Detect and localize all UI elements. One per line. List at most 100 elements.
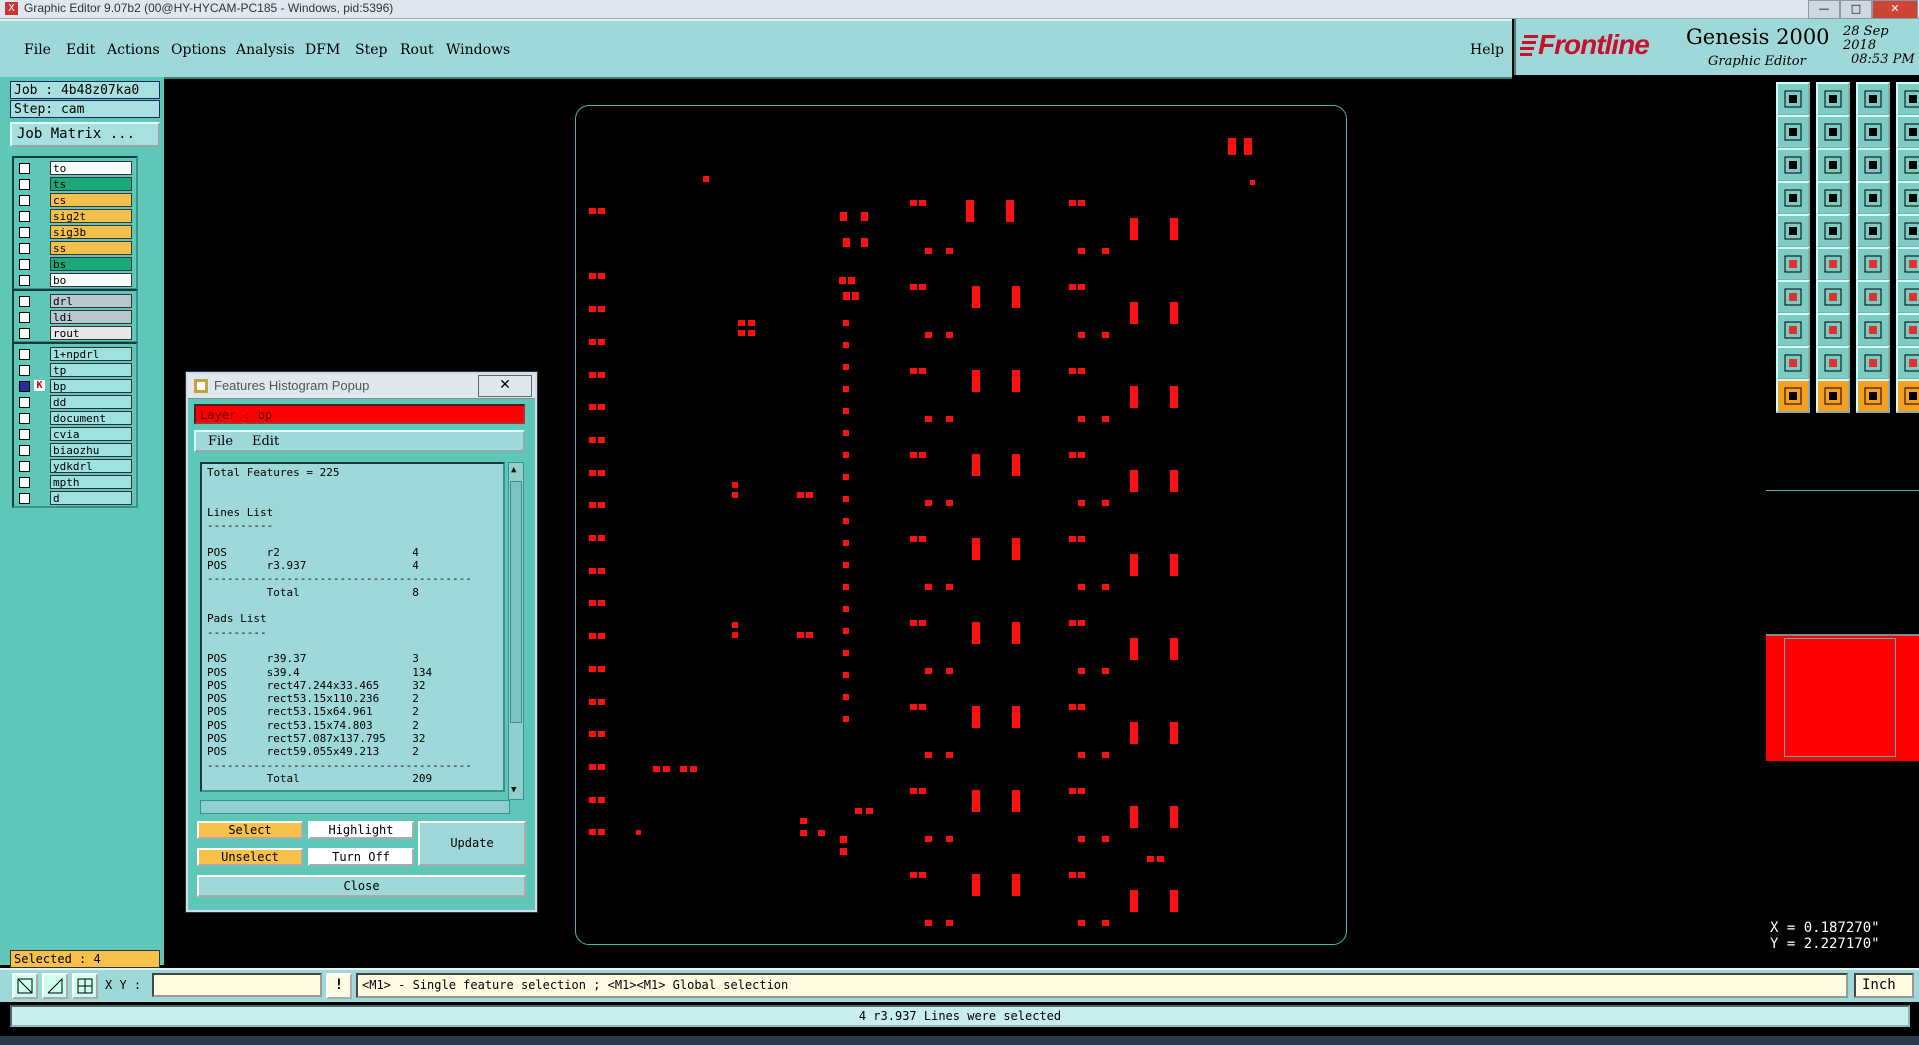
layer-checkbox[interactable] [19,381,30,392]
unselect-button[interactable]: Unselect [197,848,303,866]
layer-name[interactable]: to [50,161,132,175]
layer-name[interactable]: ss [50,241,132,255]
cross-tool-button[interactable] [1816,247,1850,281]
layer-row-bp[interactable]: Kbp [14,378,136,394]
layer-row-ydkdrl[interactable]: ydkdrl [14,458,136,474]
layer-checkbox[interactable] [19,179,30,190]
close-window-button[interactable]: ✕ [1872,0,1918,19]
layer-row-rout[interactable]: rout [14,325,136,341]
menu-help[interactable]: Help [1470,42,1504,58]
layer-name[interactable]: cs [50,193,132,207]
layer-name[interactable]: bo [50,273,132,287]
minimize-button[interactable]: — [1808,0,1840,19]
layer-name[interactable]: ts [50,177,132,191]
histogram-report[interactable]: Total Features = 225 Lines List ----------… [200,462,505,792]
layer-name[interactable]: rout [50,326,132,340]
slant-tool-button[interactable] [1816,280,1850,314]
layer-checkbox[interactable] [19,259,30,270]
menu-actions[interactable]: Actions [107,42,160,58]
select-button[interactable]: Select [197,821,303,839]
window-tool-button[interactable] [1896,82,1919,116]
fit-tool-button[interactable] [1776,148,1810,182]
scroll-down-icon[interactable]: ▼ [511,785,519,797]
layer-checkbox[interactable] [19,163,30,174]
layer-row-ts[interactable]: ts [14,176,136,192]
popup-menu-file[interactable]: File [208,434,233,449]
board-outline[interactable] [575,105,1347,945]
trim-tool-button[interactable] [1896,346,1919,380]
arch-tool-button[interactable] [1856,346,1890,380]
layer-name[interactable]: d [50,491,132,505]
layer-name[interactable]: sig2t [50,209,132,223]
help-tool-button[interactable] [1896,148,1919,182]
menu-file[interactable]: File [24,42,51,58]
layer-name[interactable]: mpth [50,475,132,489]
layers-tool-button[interactable] [1896,379,1919,413]
layer-row-ldi[interactable]: ldi [14,309,136,325]
arc-tool-button[interactable] [1856,280,1890,314]
triangle-tool-button[interactable] [1776,346,1810,380]
layer-row-dd[interactable]: dd [14,394,136,410]
menu-dfm[interactable]: DFM [305,42,340,58]
layer-row-document[interactable]: document [14,410,136,426]
layer-name[interactable]: bp [50,379,132,393]
zoom-tool-button[interactable] [1816,148,1850,182]
layer-row-bo[interactable]: bo [14,272,136,288]
warning-button[interactable]: ! [326,973,352,999]
line-tool-button[interactable] [1856,214,1890,248]
layer-row-sig2t[interactable]: sig2t [14,208,136,224]
home-tool-button[interactable] [1856,82,1890,116]
net-tool-button[interactable] [1856,181,1890,215]
measure-button[interactable] [42,973,68,999]
menu-rout[interactable]: Rout [400,42,434,58]
grid-button[interactable] [72,973,98,999]
pad-tool-button[interactable] [1776,214,1810,248]
scroll-up-icon[interactable]: ▲ [511,465,519,481]
overview-panel[interactable] [1766,490,1919,761]
highlight-button[interactable]: Highlight [308,821,414,839]
copy-tool-button[interactable] [1896,247,1919,281]
layer-row-cs[interactable]: cs [14,192,136,208]
maximize-button[interactable]: □ [1840,0,1872,19]
move-tool-button[interactable] [1856,247,1890,281]
layer-checkbox[interactable] [19,349,30,360]
netlist-tool-button[interactable] [1896,181,1919,215]
minus-tool-button[interactable] [1816,313,1850,347]
update-button[interactable]: Update [418,821,526,866]
xy-input[interactable] [152,973,322,997]
menu-options[interactable]: Options [171,42,226,58]
layer-checkbox[interactable] [19,227,30,238]
popup-close-icon[interactable]: ✕ [478,375,532,397]
layer-row-ss[interactable]: ss [14,240,136,256]
popup-menu-edit[interactable]: Edit [252,434,279,449]
layer-name[interactable]: dd [50,395,132,409]
layer-row-drl[interactable]: drl [14,293,136,309]
menu-step[interactable]: Step [355,42,387,58]
angle-tool-button[interactable] [1776,280,1810,314]
layer-checkbox[interactable] [19,211,30,222]
layer-row-cvia[interactable]: cvia [14,426,136,442]
layer-row-1+npdrl[interactable]: 1+npdrl [14,346,136,362]
grid-tool-button[interactable] [1816,181,1850,215]
scale-tool-button[interactable] [1856,148,1890,182]
connect-tool-button[interactable] [1776,247,1810,281]
turn-off-button[interactable]: Turn Off [308,848,414,866]
layer-checkbox[interactable] [19,365,30,376]
layer-checkbox[interactable] [19,243,30,254]
open-tool-button[interactable] [1776,115,1810,149]
layer-name[interactable]: 1+npdrl [50,347,132,361]
layer-row-to[interactable]: to [14,160,136,176]
target-tool-button[interactable] [1776,313,1810,347]
layer-checkbox[interactable] [19,328,30,339]
zone-tool-button[interactable] [1856,379,1890,413]
save-tool-button[interactable] [1776,82,1810,116]
layer-name[interactable]: tp [50,363,132,377]
layer-row-d[interactable]: d [14,490,136,506]
text-tool-button[interactable] [1896,280,1919,314]
layer-row-bs[interactable]: bs [14,256,136,272]
scroll-thumb[interactable] [510,481,522,723]
route-tool-button[interactable] [1896,115,1919,149]
layer-name[interactable]: document [50,411,132,425]
layer-row-biaozhu[interactable]: biaozhu [14,442,136,458]
layer-name[interactable]: drl [50,294,132,308]
